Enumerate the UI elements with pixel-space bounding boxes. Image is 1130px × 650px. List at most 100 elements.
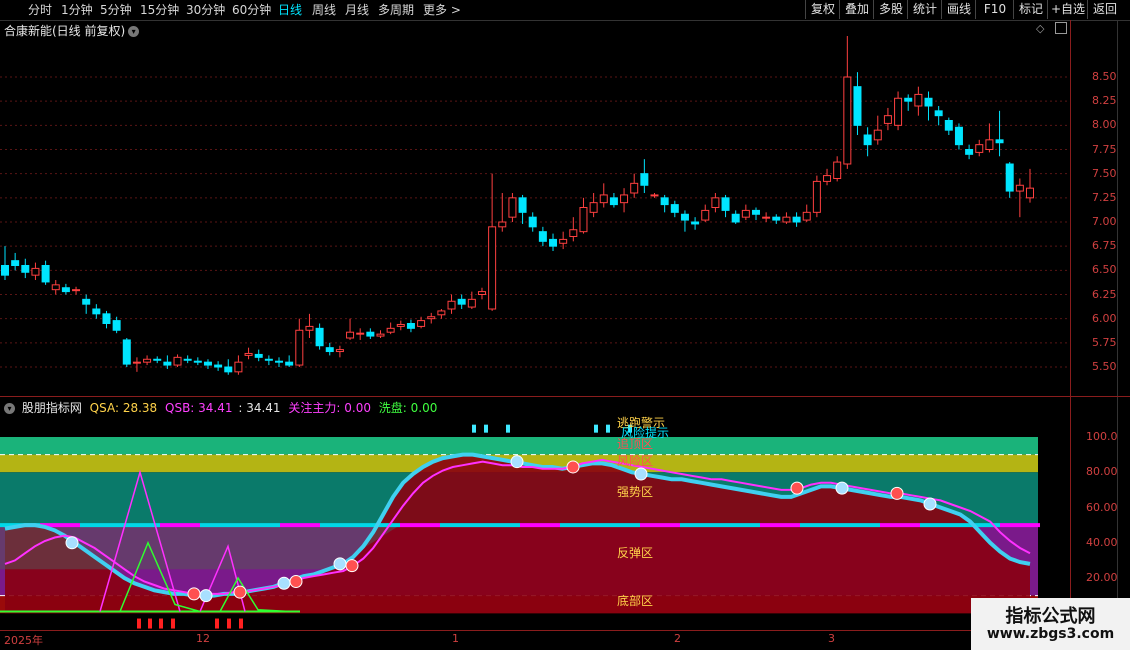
indicator-chart	[0, 424, 1040, 629]
zone-band-chase	[0, 437, 1038, 455]
midline-segment	[520, 523, 560, 528]
signal-marker	[510, 455, 524, 469]
candle-body	[31, 267, 40, 276]
f10-button[interactable]: F10	[975, 0, 1014, 19]
candle-body	[305, 325, 314, 331]
statistics-button[interactable]: 统计	[907, 0, 942, 19]
midline-segment	[920, 523, 960, 528]
candle-body	[843, 76, 852, 165]
overlay-button[interactable]: 叠加	[839, 0, 874, 19]
tab-weekly[interactable]: 周线	[312, 2, 336, 18]
maximize-icon[interactable]	[1055, 22, 1067, 34]
tab-daily[interactable]: 日线	[278, 2, 302, 18]
candle-body	[132, 361, 141, 364]
escape-marker	[606, 424, 610, 433]
fuquan-button[interactable]: 复权	[805, 0, 840, 19]
tab-more[interactable]: 更多 >	[423, 2, 461, 18]
candle-body	[691, 221, 700, 225]
candle-body	[82, 298, 91, 305]
candle-body	[853, 86, 862, 126]
candle-body	[112, 320, 121, 331]
watermark-name: 指标公式网	[1005, 606, 1096, 627]
candle-body	[203, 361, 212, 366]
watermark: 指标公式网 www.zbgs3.com	[971, 598, 1130, 650]
candle-body	[954, 126, 963, 146]
draw-line-button[interactable]: 画线	[941, 0, 976, 19]
midline-segment	[680, 523, 720, 528]
tab-1min[interactable]: 1分钟	[61, 2, 93, 18]
multi-stock-button[interactable]: 多股	[873, 0, 908, 19]
candle-body	[41, 265, 50, 283]
candle-body	[508, 197, 517, 218]
chevron-down-icon[interactable]: ▾	[4, 403, 15, 414]
candle-body	[904, 97, 913, 102]
midline-segment	[600, 523, 640, 528]
signal-marker	[233, 585, 247, 599]
price-tick-label: 5.75	[1092, 335, 1117, 349]
candle-body	[680, 213, 689, 221]
zone-rebound-label: 反弹区	[617, 546, 654, 560]
qsb-label: QSB: 34.41	[165, 401, 233, 415]
tab-monthly[interactable]: 月线	[345, 2, 369, 18]
midline-segment	[880, 523, 920, 528]
candle-body	[569, 229, 578, 238]
more-label: 更多	[423, 3, 448, 17]
midline-segment	[80, 523, 120, 528]
candle-body	[944, 120, 953, 131]
candle-body	[751, 209, 760, 215]
signal-marker	[890, 486, 904, 500]
candle-body	[741, 209, 750, 218]
mark-button[interactable]: 标记	[1013, 0, 1048, 19]
price-tick-label: 5.50	[1092, 360, 1117, 373]
candle-body	[731, 213, 740, 223]
signal-marker	[835, 481, 849, 495]
bottom-marker	[171, 618, 175, 629]
date-label: 2	[674, 632, 681, 645]
tab-60min[interactable]: 60分钟	[232, 2, 271, 18]
midline-segment	[240, 523, 280, 528]
tab-5min[interactable]: 5分钟	[100, 2, 132, 18]
candle-body	[92, 308, 101, 315]
signal-marker	[566, 460, 580, 474]
tab-multi-period[interactable]: 多周期	[378, 2, 414, 18]
back-button[interactable]: 返回	[1087, 0, 1122, 19]
midline-segment	[480, 523, 520, 528]
candle-body	[934, 110, 943, 117]
price-tick-label: 6.25	[1092, 287, 1117, 301]
signal-marker	[277, 576, 291, 590]
candle-body	[386, 327, 395, 333]
candle-body	[285, 361, 294, 366]
candle-body	[1026, 187, 1034, 199]
candle-body	[437, 310, 446, 316]
candle-body	[122, 339, 131, 365]
signal-marker	[187, 587, 201, 601]
midline-segment	[120, 523, 160, 528]
escape-marker	[472, 424, 476, 433]
tab-30min[interactable]: 30分钟	[186, 2, 225, 18]
bottom-marker	[148, 618, 152, 629]
diamond-icon[interactable]: ◇	[1036, 22, 1044, 35]
indicator-tick-label: 60.00	[1086, 500, 1118, 514]
date-label: 2025年	[4, 634, 43, 647]
candle-body	[153, 358, 162, 361]
candle-body	[924, 97, 933, 107]
candle-body	[396, 323, 405, 327]
price-tick-label: 7.00	[1092, 215, 1117, 228]
candle-body	[630, 182, 639, 194]
midline-segment	[280, 523, 320, 528]
zone-bottom-label: 底部区	[617, 594, 654, 608]
candle-body	[11, 260, 20, 267]
candle-body	[193, 360, 202, 363]
candle-body	[863, 134, 872, 146]
add-watchlist-button[interactable]: +自选	[1047, 0, 1088, 19]
signal-marker	[289, 575, 303, 589]
candle-body	[609, 197, 618, 206]
candle-body	[660, 197, 669, 206]
candle-body	[995, 139, 1004, 144]
tab-fenshi[interactable]: 分时	[28, 2, 52, 18]
midline-segment	[160, 523, 200, 528]
bottom-marker	[215, 618, 219, 629]
indicator-tick-label: 100.0	[1086, 430, 1118, 443]
tab-15min[interactable]: 15分钟	[140, 2, 179, 18]
midline-segment	[320, 523, 360, 528]
